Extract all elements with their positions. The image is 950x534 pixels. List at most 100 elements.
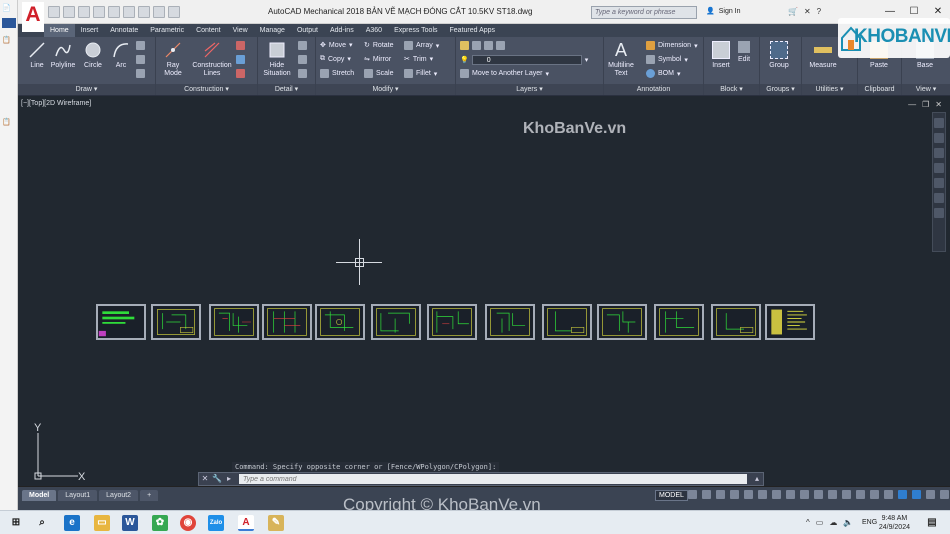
zoom-icon[interactable] (934, 148, 944, 158)
tab-annotate[interactable]: Annotate (104, 24, 144, 37)
groups-group-title[interactable]: Groups ▾ (760, 84, 801, 95)
block-group-title[interactable]: Block ▾ (704, 84, 759, 95)
drawing-sheet-3[interactable] (209, 304, 259, 340)
detail-tool-3[interactable] (298, 69, 307, 78)
viewport-controls-label[interactable]: [−][Top][2D Wireframe] (21, 100, 91, 107)
undo-icon[interactable] (123, 6, 135, 18)
cart-icon[interactable]: 🛒 (788, 7, 798, 16)
notification-icon[interactable]: ▤ (924, 515, 940, 531)
drawing-sheet-2[interactable] (151, 304, 201, 340)
snap-icon[interactable] (702, 490, 711, 499)
workspace-switch-icon[interactable] (828, 490, 837, 499)
save-icon[interactable] (78, 6, 90, 18)
tab-layout1[interactable]: Layout1 (58, 490, 98, 501)
drawing-sheet-8[interactable] (485, 304, 535, 340)
tab-layout2[interactable]: Layout2 (99, 490, 139, 501)
copy-button[interactable]: ⧉ Copy ▾ (320, 55, 351, 63)
model-space-indicator[interactable]: MODEL (655, 490, 688, 501)
drawing-sheet-10[interactable] (597, 304, 647, 340)
move-to-layer-button[interactable]: Move to Another Layer ▾ (460, 69, 549, 78)
grid-icon[interactable] (688, 490, 697, 499)
rotate-button[interactable]: ↻ Rotate (364, 41, 394, 50)
command-prompt-icon[interactable]: ▸ (223, 473, 235, 485)
stretch-button[interactable]: Stretch (320, 69, 354, 78)
measure-button[interactable]: Measure (808, 41, 838, 70)
layer-dropdown[interactable]: 💡 0 ▾ (460, 55, 588, 65)
command-expand-icon[interactable]: ▴ (751, 473, 763, 485)
network-icon[interactable]: ▭ (816, 518, 824, 527)
dimension-button[interactable]: Dimension ▾ (646, 41, 698, 50)
isolate-objects-icon[interactable] (898, 490, 907, 499)
polar-icon[interactable] (730, 490, 739, 499)
drawing-sheet-legend[interactable] (765, 304, 815, 340)
viewport-close-icon[interactable]: ✕ (935, 100, 942, 109)
detail-group-title[interactable]: Detail ▾ (258, 84, 315, 95)
tab-view[interactable]: View (227, 24, 254, 37)
app-green-icon[interactable]: ✿ (152, 515, 168, 531)
lineweight-icon[interactable] (772, 490, 781, 499)
redo-icon[interactable] (138, 6, 150, 18)
word-icon[interactable]: W (122, 515, 138, 531)
start-windows-icon[interactable]: ⊞ (8, 515, 24, 531)
tab-output[interactable]: Output (291, 24, 324, 37)
polyline-button[interactable]: Polyline (48, 41, 78, 70)
edit-block-button[interactable]: Edit (732, 41, 756, 64)
save-as-icon[interactable] (93, 6, 105, 18)
arc-button[interactable]: Arc (106, 41, 136, 70)
tab-manage[interactable]: Manage (254, 24, 291, 37)
modify-group-title[interactable]: Modify ▾ (316, 84, 455, 95)
quick-properties-icon[interactable] (870, 490, 879, 499)
annotation-scale-icon[interactable] (814, 490, 823, 499)
drawing-sheet-5[interactable] (315, 304, 365, 340)
detail-tool-1[interactable] (298, 41, 307, 50)
tab-model[interactable]: Model (22, 490, 57, 501)
scale-button[interactable]: Scale (364, 69, 394, 78)
print-icon[interactable] (108, 6, 120, 18)
add-layout-button[interactable]: + (140, 490, 159, 501)
detail-tool-2[interactable] (298, 55, 307, 64)
construction-tool-1[interactable] (236, 41, 245, 50)
drawing-sheet-title[interactable] (96, 304, 146, 340)
circle-button[interactable]: Circle (78, 41, 108, 70)
layer-properties-button[interactable] (460, 41, 505, 50)
gradient-tool[interactable] (136, 69, 145, 78)
onedrive-icon[interactable]: ☁ (829, 518, 837, 527)
otrack-icon[interactable] (758, 490, 767, 499)
customize-icon[interactable] (940, 490, 949, 499)
lock-ui-icon[interactable] (884, 490, 893, 499)
tab-insert[interactable]: Insert (75, 24, 105, 37)
command-input[interactable] (239, 474, 747, 484)
hardware-acceleration-icon[interactable] (912, 490, 921, 499)
group-button[interactable]: Group (764, 41, 794, 70)
command-settings-icon[interactable]: 🔧 (211, 473, 223, 485)
view-group-title[interactable]: View ▾ (902, 84, 950, 95)
pan-icon[interactable] (934, 133, 944, 143)
clipboard-group-title[interactable]: Clipboard (858, 84, 901, 95)
orbit-icon[interactable] (934, 163, 944, 173)
drawing-sheet-9[interactable] (542, 304, 592, 340)
annotation-group-title[interactable]: Annotation (604, 84, 703, 95)
ortho-icon[interactable] (716, 490, 725, 499)
open-icon[interactable] (63, 6, 75, 18)
share-icon[interactable] (153, 6, 165, 18)
drawing-viewport[interactable]: [−][Top][2D Wireframe] — ❐ ✕ KhoBanVe.vn (18, 96, 950, 486)
drawing-sheet-11[interactable] (654, 304, 704, 340)
construction-tool-2[interactable] (236, 55, 245, 64)
tab-parametric[interactable]: Parametric (144, 24, 190, 37)
language-indicator[interactable]: ENG (862, 519, 877, 526)
workspace-icon[interactable] (168, 6, 180, 18)
mirror-button[interactable]: ⇋ Mirror (364, 55, 391, 64)
tab-a360[interactable]: A360 (360, 24, 388, 37)
drawing-sheet-6[interactable] (371, 304, 421, 340)
drawing-sheet-12[interactable] (711, 304, 761, 340)
search-icon[interactable]: ⌕ (34, 515, 50, 531)
units-icon[interactable] (856, 490, 865, 499)
chrome-icon[interactable]: ◉ (180, 515, 196, 531)
fullnav-icon[interactable] (934, 193, 944, 203)
transparency-icon[interactable] (786, 490, 795, 499)
help-icon[interactable]: ? (817, 7, 821, 16)
app-menu-button[interactable]: A (22, 2, 44, 32)
new-icon[interactable] (48, 6, 60, 18)
viewport-restore-icon[interactable]: ❐ (922, 100, 929, 109)
clean-screen-icon[interactable] (926, 490, 935, 499)
